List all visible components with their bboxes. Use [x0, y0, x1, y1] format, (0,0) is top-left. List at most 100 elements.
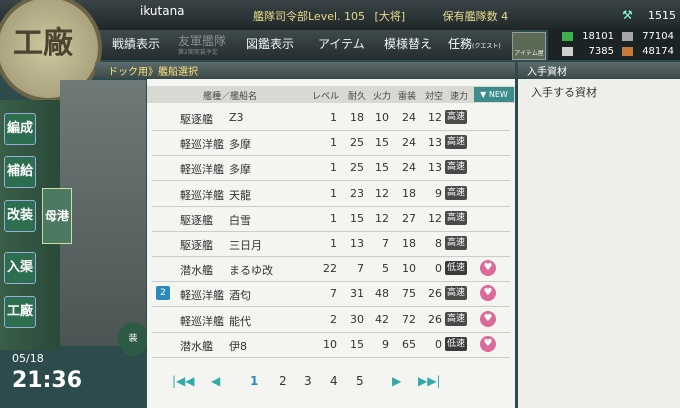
ship-type: 軽巡洋艦	[180, 189, 224, 202]
col-level[interactable]: レベル	[312, 89, 339, 102]
last-page-button[interactable]: ▶▶|	[418, 374, 441, 388]
ship-name: 酒匂	[229, 289, 251, 302]
hq-info: 艦隊司令部Level. 105 [大将] 保有艦隊数 4	[253, 8, 508, 24]
ship-name: 多摩	[229, 163, 251, 176]
steel-value: 7385	[588, 46, 614, 57]
table-row[interactable]: 軽巡洋艦 能代 2 30 42 72 26 高速 ♥	[152, 307, 510, 333]
next-page-button[interactable]: ▶	[392, 374, 401, 388]
ship-firepower: 48	[375, 287, 389, 300]
table-row[interactable]: 駆逐艦 白雪 1 15 12 27 12 高速	[152, 206, 510, 232]
menu-organize[interactable]: 編成	[4, 113, 36, 145]
ship-torpedo: 65	[402, 338, 416, 351]
item-shop-button[interactable]: アイテム屋	[512, 32, 546, 60]
home-port-button[interactable]: 母港	[42, 188, 72, 244]
menu-arsenal[interactable]: 工廠	[4, 296, 36, 328]
table-row[interactable]: 潜水艦 伊8 10 15 9 65 0 低速 ♥	[152, 332, 510, 358]
bauxite-value: 48174	[642, 46, 674, 57]
nav-picture-book[interactable]: 図鑑表示	[246, 35, 294, 52]
page-3[interactable]: 3	[304, 374, 312, 388]
ship-type: 駆逐艦	[180, 214, 213, 227]
nav-furniture[interactable]: 模様替え	[384, 35, 432, 52]
menu-supply[interactable]: 補給	[4, 156, 36, 188]
page-4[interactable]: 4	[330, 374, 338, 388]
ship-level: 22	[323, 262, 337, 275]
ship-firepower: 7	[382, 237, 389, 250]
ship-torpedo: 24	[402, 136, 416, 149]
ship-torpedo: 75	[402, 287, 416, 300]
table-row[interactable]: 軽巡洋艦 天龍 1 23 12 18 9 高速	[152, 181, 510, 207]
menu-repair[interactable]: 入渠	[4, 252, 36, 284]
ship-anti-air: 0	[435, 262, 442, 275]
nav-friend-fleet[interactable]: 友軍艦隊 第2期実装予定	[178, 32, 226, 56]
ship-anti-air: 9	[435, 187, 442, 200]
col-ship-name[interactable]: 艦種／艦船名	[203, 89, 257, 102]
speed-fast-badge: 高速	[445, 186, 467, 200]
ship-anti-air: 26	[428, 287, 442, 300]
ship-name: まるゆ改	[229, 264, 273, 277]
ship-level: 1	[330, 136, 337, 149]
nav-record[interactable]: 戦績表示	[112, 35, 160, 52]
equip-button[interactable]: 装	[118, 322, 148, 356]
table-row[interactable]: 駆逐艦 Z3 1 18 10 24 12 高速	[152, 105, 510, 131]
date: 05/18	[12, 352, 44, 365]
menu-remodel[interactable]: 改装	[4, 200, 36, 232]
ship-firepower: 9	[382, 338, 389, 351]
ship-type: 軽巡洋艦	[180, 138, 224, 151]
speed-fast-badge: 高速	[445, 211, 467, 225]
nav-quest[interactable]: 任務(クエスト)	[448, 35, 501, 52]
page-1[interactable]: 1	[250, 374, 258, 388]
fleet-number-badge: 2	[156, 286, 170, 300]
table-row[interactable]: 2 軽巡洋艦 酒匂 7 31 48 75 26 高速 ♥	[152, 281, 510, 307]
heart-lock-icon: ♥	[480, 311, 496, 327]
ship-level: 7	[330, 287, 337, 300]
page-5[interactable]: 5	[356, 374, 364, 388]
fleet-count-label: 保有艦隊数	[442, 10, 498, 23]
ship-firepower: 5	[382, 262, 389, 275]
ship-torpedo: 10	[402, 262, 416, 275]
table-row[interactable]: 駆逐艦 三日月 1 13 7 18 8 高速	[152, 231, 510, 257]
secretary-portrait	[60, 80, 146, 346]
ship-anti-air: 12	[428, 212, 442, 225]
page-2[interactable]: 2	[279, 374, 287, 388]
col-speed[interactable]: 速力	[450, 89, 468, 102]
ship-firepower: 15	[375, 136, 389, 149]
ship-type: 軽巡洋艦	[180, 163, 224, 176]
heart-lock-icon: ♥	[480, 260, 496, 276]
ship-anti-air: 26	[428, 313, 442, 326]
heart-lock-icon: ♥	[480, 336, 496, 352]
ship-torpedo: 27	[402, 212, 416, 225]
ship-torpedo: 24	[402, 161, 416, 174]
ship-torpedo: 18	[402, 237, 416, 250]
speed-slow-badge: 低速	[445, 261, 467, 275]
col-firepower[interactable]: 火力	[373, 89, 391, 102]
nav-items[interactable]: アイテム	[318, 35, 365, 52]
emblem-title: 工廠	[13, 26, 73, 61]
breadcrumb: ドック用》艦船選択	[108, 67, 198, 78]
speed-fast-badge: 高速	[445, 286, 467, 300]
col-torpedo[interactable]: 雷装	[398, 89, 416, 102]
ship-hp: 25	[350, 161, 364, 174]
ship-hp: 23	[350, 187, 364, 200]
ship-name: 白雪	[229, 214, 251, 227]
rank: [大将]	[374, 10, 406, 23]
ship-hp: 30	[350, 313, 364, 326]
ship-level: 1	[330, 187, 337, 200]
table-row[interactable]: 軽巡洋艦 多摩 1 25 15 24 13 高速	[152, 130, 510, 156]
ship-torpedo: 18	[402, 187, 416, 200]
col-anti-air[interactable]: 対空	[425, 89, 443, 102]
speed-fast-badge: 高速	[445, 135, 467, 149]
table-row[interactable]: 軽巡洋艦 多摩 1 25 15 24 13 高速	[152, 155, 510, 181]
ship-type: 駆逐艦	[180, 113, 213, 126]
table-row[interactable]: 潜水艦 まるゆ改 22 7 5 10 0 低速 ♥	[152, 256, 510, 282]
prev-page-button[interactable]: ◀	[211, 374, 220, 388]
sort-new-button[interactable]: ▼ NEW	[474, 87, 514, 102]
first-page-button[interactable]: |◀◀	[172, 374, 195, 388]
ship-level: 1	[330, 161, 337, 174]
ship-hp: 15	[350, 338, 364, 351]
col-hp[interactable]: 耐久	[348, 89, 366, 102]
fuel-icon	[562, 32, 573, 41]
materials-subtitle: 入手する資材	[531, 86, 597, 99]
admiral-name: ikutana	[140, 4, 185, 18]
ship-torpedo: 24	[402, 111, 416, 124]
ship-hp: 7	[357, 262, 364, 275]
